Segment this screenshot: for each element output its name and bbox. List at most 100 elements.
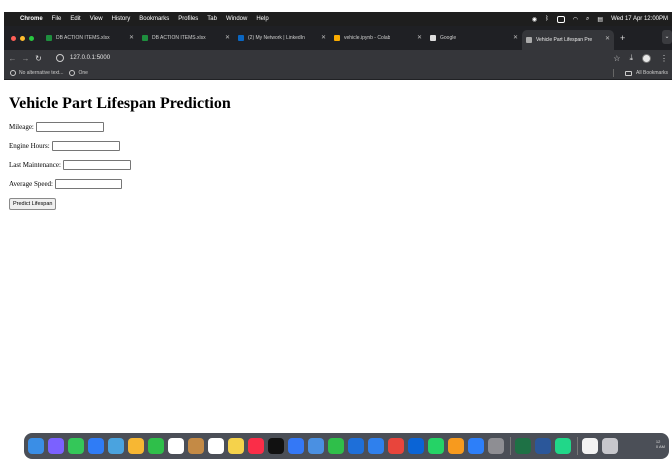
wifi-icon[interactable]: ◠ [573,16,578,23]
dock-word-icon[interactable] [535,438,551,454]
dock-safari-icon[interactable] [368,438,384,454]
menu-window[interactable]: Window [226,16,247,22]
engine-hours-input[interactable] [51,141,120,151]
last-maintenance-label: Last Maintenance: [9,161,61,169]
dock-appstore-icon[interactable] [308,438,324,454]
dock-keynote-icon[interactable] [288,438,304,454]
last-maintenance-row: Last Maintenance: [9,160,131,170]
dock-launchpad-icon[interactable] [48,438,64,454]
dock-reminders-icon[interactable] [208,438,224,454]
close-tab-icon[interactable]: ✕ [225,34,230,41]
status-icon[interactable]: ◉ [532,16,537,23]
globe-icon [526,37,532,43]
reload-icon[interactable]: ↻ [32,54,45,63]
menu-chrome[interactable]: Chrome [20,16,43,22]
dock-messages-icon[interactable] [68,438,84,454]
zoom-window-button[interactable] [29,35,34,41]
dock-mail-icon[interactable] [88,438,104,454]
average-speed-label: Average Speed: [9,180,53,188]
bookmark-star-icon[interactable]: ☆ [613,54,620,63]
download-icon[interactable]: ⤓ [629,53,633,63]
close-tab-icon[interactable]: ✕ [321,34,326,41]
search-icon[interactable]: ⌕ [586,16,589,23]
dock-app-store-icon[interactable] [468,438,484,454]
dock-trash-icon[interactable] [602,438,618,454]
dock-numbers-icon[interactable] [328,438,344,454]
macos-dock: 12 0 AM [24,433,669,459]
menu-help[interactable]: Help [256,16,268,22]
control-center-icon[interactable]: ▤ [597,16,603,23]
dock-pages-icon[interactable] [448,438,464,454]
dock-music-icon[interactable] [248,438,264,454]
average-speed-row: Average Speed: [9,179,122,189]
menu-profiles[interactable]: Profiles [178,16,198,22]
menu-bookmarks[interactable]: Bookmarks [139,16,169,22]
dock-notes-icon[interactable] [228,438,244,454]
colab-icon [334,35,340,41]
close-tab-icon[interactable]: ✕ [513,34,518,41]
dock-separator [577,437,578,455]
forward-arrow-icon[interactable]: → [19,54,32,63]
dock-outlook-icon[interactable] [408,438,424,454]
dock-preview-icon[interactable] [108,438,124,454]
globe-icon [10,69,16,76]
close-window-button[interactable] [11,35,16,41]
dock-clock: 12 0 AM [656,439,665,449]
mileage-input[interactable] [35,122,104,132]
menubar-clock[interactable]: Wed 17 Apr 12:00PM [611,16,668,22]
menu-edit[interactable]: Edit [70,16,80,22]
tab-db-action-items-2[interactable]: DB ACTION ITEMS.xlsx ✕ [138,29,234,47]
bookmark-label: No alternative text... [19,69,64,76]
dock-photos-icon[interactable] [128,438,144,454]
dock-system-settings-icon[interactable] [488,438,504,454]
tab-search-chevron-icon[interactable]: ⌄ [662,30,672,44]
dock-pycharm-icon[interactable] [555,438,571,454]
kebab-menu-icon[interactable]: ⋮ [660,54,668,63]
new-tab-button[interactable]: + [620,33,625,43]
menu-view[interactable]: View [90,16,103,22]
tab-linkedin[interactable]: (2) My Network | LinkedIn ✕ [234,29,330,47]
tab-vehicle-part-lifespan[interactable]: Vehicle Part Lifespan Pre ✕ [522,30,614,50]
dock-finder-icon[interactable] [28,438,44,454]
toolbar-actions: ☆ ⤓ ⋮ [613,50,668,66]
menu-file[interactable]: File [52,16,62,22]
bookmark-no-alt-text[interactable]: No alternative text... [10,69,64,76]
tab-colab[interactable]: vehicle.ipynb - Colab ✕ [330,29,426,47]
predict-lifespan-button[interactable]: Predict Lifespan [9,198,57,210]
bookmark-label: One [78,69,88,76]
bluetooth-icon[interactable]: ᛒ [545,16,549,22]
dock-contacts-icon[interactable] [188,438,204,454]
battery-icon[interactable] [556,15,565,23]
menu-tab[interactable]: Tab [207,16,217,22]
minimize-window-button[interactable] [20,35,25,41]
dock-xcode-icon[interactable] [348,438,364,454]
close-tab-icon[interactable]: ✕ [605,35,610,42]
address-bar[interactable]: 127.0.0.1:5000 [56,51,616,65]
menu-history[interactable]: History [112,16,131,22]
browser-toolbar: ← → ↻ 127.0.0.1:5000 ☆ ⤓ ⋮ [4,50,672,66]
profile-avatar[interactable] [642,53,651,63]
dock-documents-icon[interactable] [582,438,598,454]
tab-title: Vehicle Part Lifespan Pre [536,37,593,43]
screen: Chrome File Edit View History Bookmarks … [0,0,672,462]
average-speed-input[interactable] [55,179,122,189]
dock-whatsapp-icon[interactable] [428,438,444,454]
url-text[interactable]: 127.0.0.1:5000 [70,55,110,61]
dock-apple-tv-icon[interactable] [268,438,284,454]
close-tab-icon[interactable]: ✕ [417,34,422,41]
dock-chrome-icon[interactable] [388,438,404,454]
tab-title: vehicle.ipynb - Colab [344,35,391,41]
bookmark-one[interactable]: One [69,69,88,76]
bookmarks-divider [613,69,614,77]
dock-clock-line: 0 AM [655,444,665,449]
site-info-icon[interactable] [56,54,64,62]
tab-db-action-items-1[interactable]: DB ACTION ITEMS.xlsx ✕ [42,29,138,47]
dock-facetime-icon[interactable] [148,438,164,454]
last-maintenance-input[interactable] [62,160,131,170]
tab-google[interactable]: Google ✕ [426,29,522,47]
close-tab-icon[interactable]: ✕ [129,34,134,41]
back-arrow-icon[interactable]: ← [6,54,19,63]
dock-excel-icon[interactable] [515,438,531,454]
all-bookmarks-button[interactable]: All Bookmarks [625,66,668,80]
dock-calendar-icon[interactable] [168,438,184,454]
